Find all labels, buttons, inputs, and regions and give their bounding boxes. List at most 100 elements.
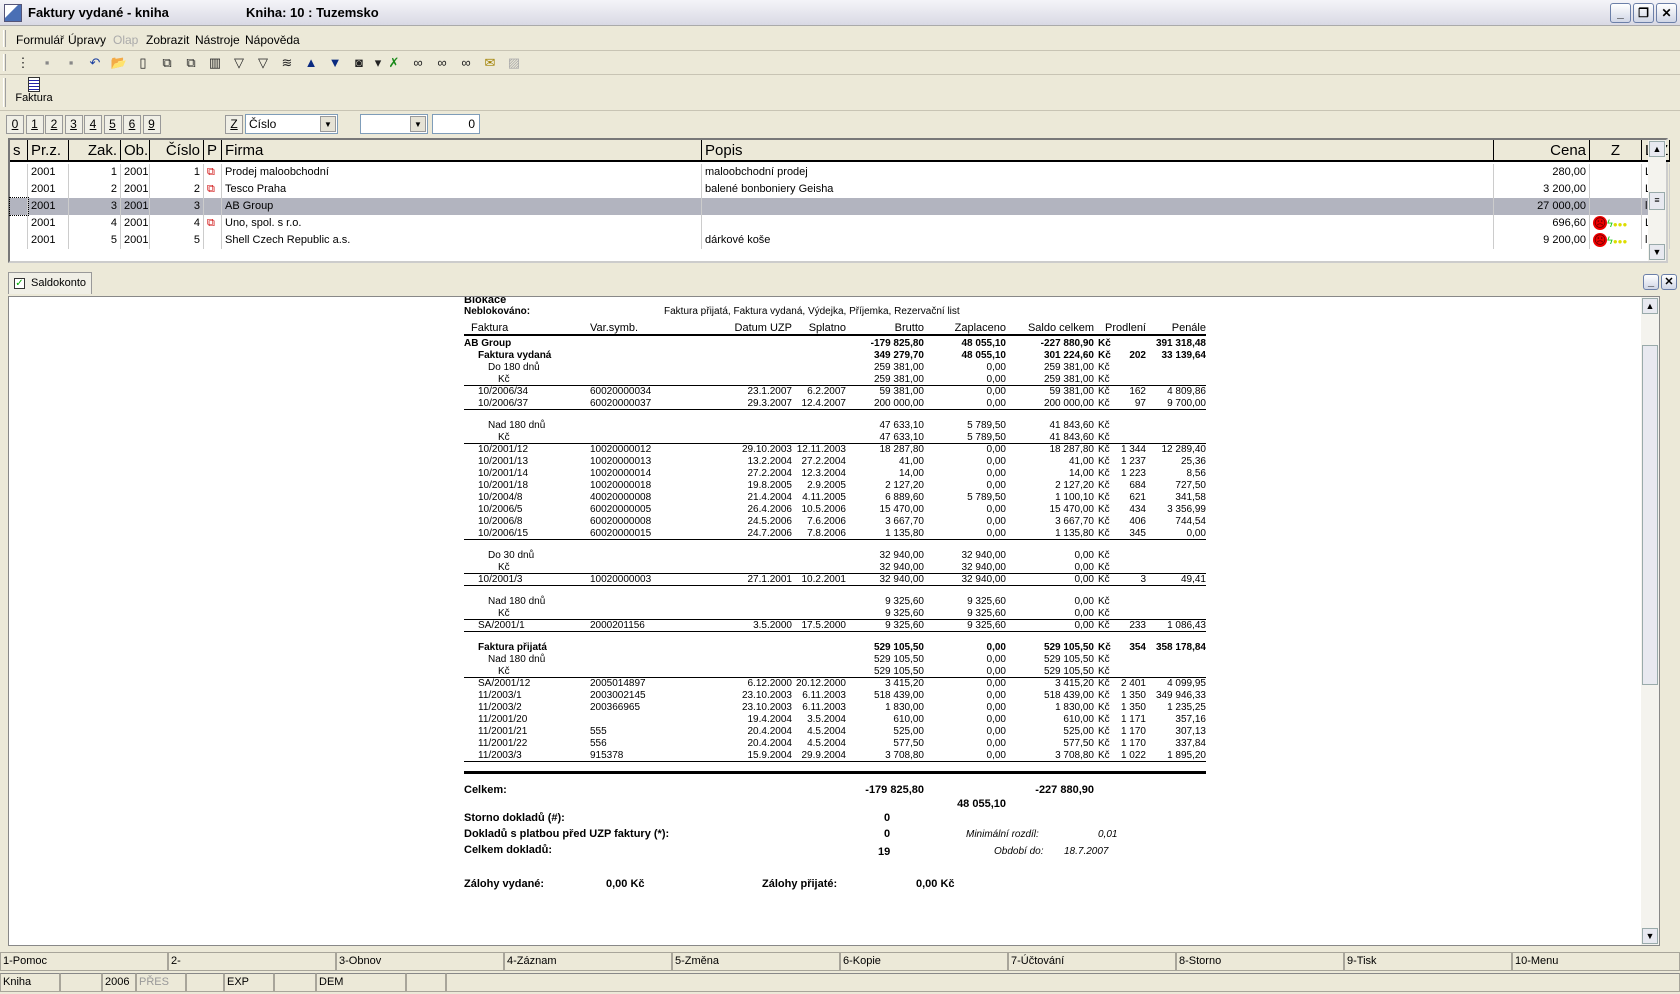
fkey-3[interactable]: 3-Obnov: [336, 952, 504, 971]
stack-icon[interactable]: ≋: [278, 55, 296, 71]
table-row[interactable]: 2001320013AB Group27 000,00lz: [9, 197, 1670, 216]
chevron-down-icon[interactable]: ▼: [410, 116, 426, 132]
cell-ob: 2001: [121, 215, 150, 232]
cell-popis: maloobchodní prodej: [702, 164, 1494, 181]
undo-icon[interactable]: ↶: [86, 55, 104, 71]
scroll-thumb[interactable]: [1642, 345, 1658, 685]
view-tab-2[interactable]: 2: [45, 115, 63, 134]
open-folder-icon[interactable]: 📂: [110, 55, 128, 71]
fkey-5[interactable]: 5-Změna: [672, 952, 840, 971]
checkbox-icon[interactable]: ✓: [14, 278, 25, 289]
scroll-down-button[interactable]: ▼: [1642, 928, 1658, 944]
title-bar: Faktury vydané - kniha Kniha: 10 : Tuzem…: [0, 0, 1680, 26]
column-header-8[interactable]: Cena: [1494, 140, 1590, 162]
filter-icon[interactable]: ▽: [230, 55, 248, 71]
find-prev-icon[interactable]: ∞: [457, 55, 475, 71]
view-tab-4[interactable]: 4: [84, 115, 102, 134]
value-input[interactable]: 0: [432, 114, 480, 134]
column-header-2[interactable]: Zak.: [69, 140, 121, 162]
restore-button[interactable]: ❐: [1633, 3, 1654, 23]
panel-minimize-button[interactable]: _: [1643, 274, 1659, 290]
sad-face-icon: ☹: [1593, 216, 1607, 230]
report-cell: 32 940,00: [961, 562, 1007, 573]
column-header-7[interactable]: Popis: [702, 140, 1494, 162]
column-header-6[interactable]: Firma: [222, 140, 702, 162]
minimize-button[interactable]: _: [1610, 3, 1631, 23]
fkey-1[interactable]: 1-Pomoc: [0, 952, 168, 971]
secondary-select[interactable]: ▼: [360, 114, 428, 134]
view-tab-0[interactable]: 0: [6, 115, 24, 134]
scroll-up-button[interactable]: ▲: [1649, 141, 1665, 157]
fkey-6[interactable]: 6-Kopie: [840, 952, 1008, 971]
chevron-down-icon[interactable]: ▼: [320, 116, 336, 132]
book-icon[interactable]: ▥: [206, 55, 224, 71]
dropdown-arrow-icon[interactable]: ▾: [374, 55, 382, 71]
column-header-4[interactable]: Číslo: [150, 140, 204, 162]
menu-napoveda[interactable]: Nápověda: [245, 33, 300, 47]
find-next-icon[interactable]: ∞: [433, 55, 451, 71]
report-cell: 49,41: [1180, 574, 1206, 585]
view-tab-9[interactable]: 9: [142, 115, 161, 134]
report-cell: 259 381,00: [1043, 362, 1094, 373]
report-cell: 162: [1129, 386, 1146, 397]
menu-nastroje[interactable]: Nástroje: [195, 33, 240, 47]
sort-field-select[interactable]: Číslo ▼: [245, 114, 338, 134]
report-cell: 4.5.2004: [807, 738, 846, 749]
arrow-down-icon[interactable]: ▼: [326, 55, 344, 71]
fkey-2[interactable]: 2-: [168, 952, 336, 971]
view-tab-5[interactable]: 5: [103, 115, 122, 134]
fkey-4[interactable]: 4-Záznam: [504, 952, 672, 971]
panel-close-button[interactable]: ✕: [1661, 274, 1677, 290]
menu-zobrazit[interactable]: Zobrazit: [146, 33, 189, 47]
column-header-5[interactable]: P: [204, 140, 222, 162]
fkey-8[interactable]: 8-Storno: [1176, 952, 1344, 971]
column-header-1[interactable]: Pr.z.: [28, 140, 69, 162]
table-row[interactable]: 2001 5 2001 5 Shell Czech Republic a.s. dárko…: [10, 232, 1670, 249]
fkey-7[interactable]: 7-Účtování: [1008, 952, 1176, 971]
scroll-up-button[interactable]: ▲: [1642, 298, 1658, 314]
scroll-thumb[interactable]: ≡: [1649, 192, 1665, 210]
binoculars-icon[interactable]: ∞: [409, 55, 427, 71]
filter-edit-icon[interactable]: ▽: [254, 55, 272, 71]
attachment-icon: ⧉: [207, 166, 215, 178]
invoice-grid[interactable]: sPr.z.Zak.Ob.ČísloPFirmaPopisCenaZLZ 200…: [8, 138, 1670, 263]
report-cell: SA/2001/1: [478, 620, 525, 631]
faktura-button[interactable]: Faktura: [12, 77, 56, 109]
arrow-up-icon[interactable]: ▲: [302, 55, 320, 71]
copy-icon[interactable]: ⧉: [158, 55, 176, 71]
fkey-9[interactable]: 9-Tisk: [1344, 952, 1512, 971]
view-tab-6[interactable]: 6: [123, 115, 141, 134]
tree-icon[interactable]: ⋮: [14, 55, 32, 71]
report-cell: Do 30 dnů: [488, 550, 535, 561]
column-header-3[interactable]: Ob.: [121, 140, 150, 162]
scroll-down-button[interactable]: ▼: [1649, 244, 1665, 260]
status-cell-2: 2006: [102, 973, 136, 992]
menu-upravy[interactable]: Úpravy: [68, 33, 106, 47]
column-header-0[interactable]: s: [10, 140, 28, 162]
camera-icon[interactable]: ◙: [350, 55, 368, 71]
table-row[interactable]: 2001 2 2001 2 ⧉ Tesco Praha balené bonboniery …: [10, 181, 1670, 198]
table-row[interactable]: 2001420014⧉Uno, spol. s r.o.696,60☹ϟ●●●L…: [10, 215, 1670, 232]
excel-icon[interactable]: ✗: [385, 55, 403, 71]
report-scrollbar[interactable]: ▲ ▼: [1641, 297, 1659, 945]
paste-icon[interactable]: ⧉: [182, 55, 200, 71]
menu-formular[interactable]: Formulář: [16, 33, 64, 47]
disabled-tool-icon[interactable]: ▨: [505, 55, 523, 71]
report-cell: -227 880,90: [1040, 338, 1094, 349]
mail-icon[interactable]: ✉: [481, 55, 499, 71]
report-cell: Kč: [1098, 678, 1110, 689]
fkey-10[interactable]: 10-Menu: [1512, 952, 1680, 971]
report-cell: 32 940,00: [879, 550, 925, 561]
close-button[interactable]: ✕: [1656, 3, 1677, 23]
view-tab-3[interactable]: 3: [64, 115, 83, 134]
report-cell: 434: [1129, 504, 1146, 515]
z-button[interactable]: Z: [225, 115, 243, 134]
table-row[interactable]: 2001 1 2001 1 ⧉ Prodej maloobchodní maloobchod…: [10, 164, 1670, 181]
tab-saldokonto[interactable]: ✓ Saldokonto: [8, 272, 92, 294]
save-as-icon[interactable]: ▪: [62, 55, 80, 71]
save-icon[interactable]: ▪: [38, 55, 56, 71]
column-header-9[interactable]: Z: [1590, 140, 1642, 162]
new-document-icon[interactable]: ▯: [134, 55, 152, 71]
grid-scrollbar[interactable]: ▲ ≡ ▼: [1648, 140, 1666, 261]
view-tab-1[interactable]: 1: [25, 115, 44, 134]
